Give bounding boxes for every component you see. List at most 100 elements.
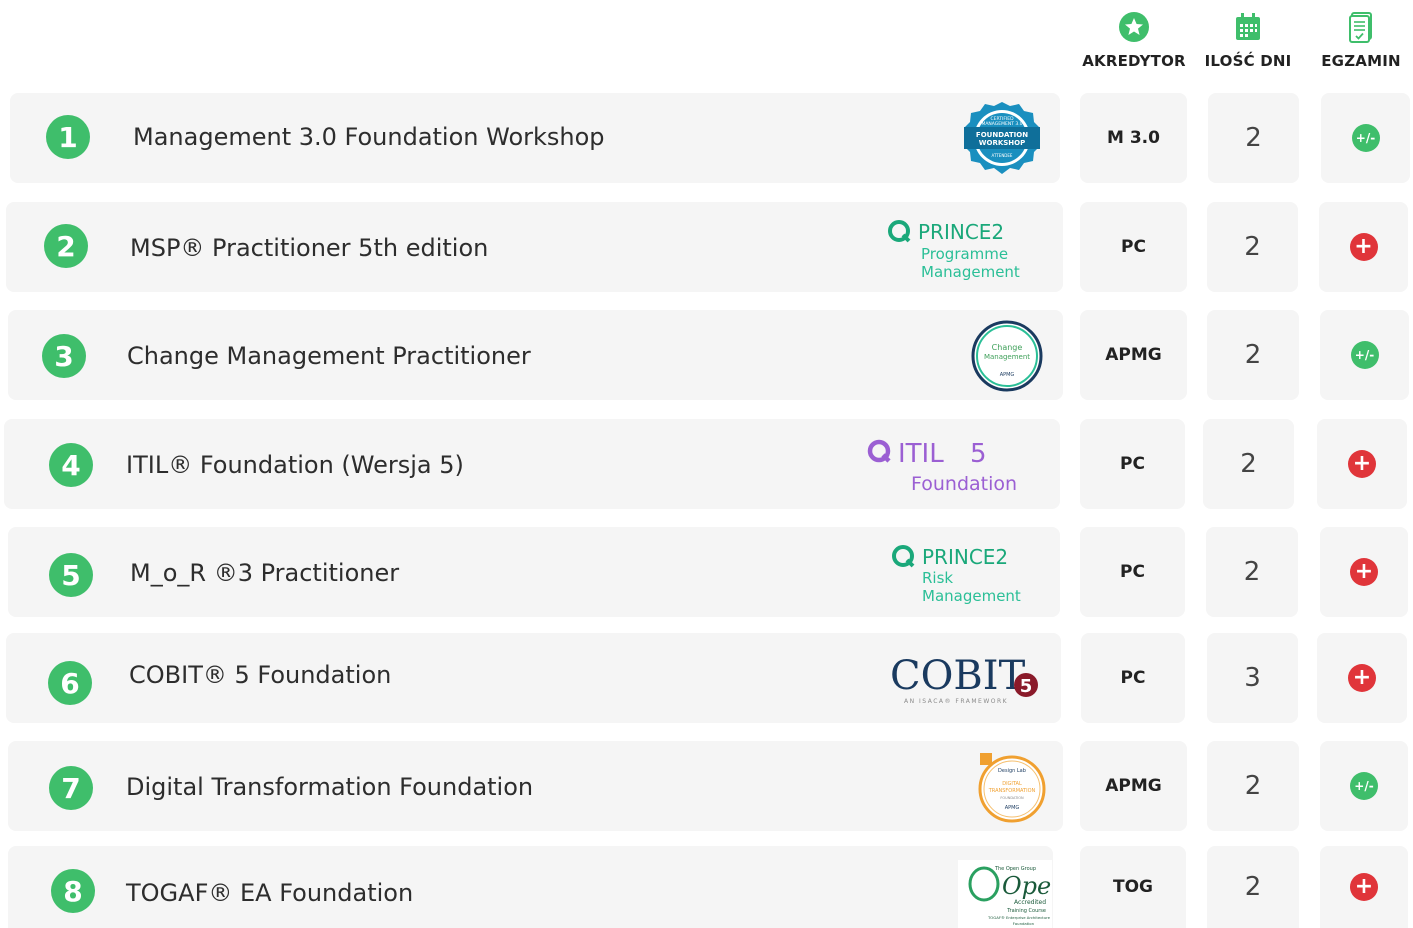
badge-change-text: Change — [992, 343, 1023, 352]
logo-foundation-text: Foundation — [911, 473, 1017, 495]
logo-foundation-text: Foundation — [1013, 921, 1035, 926]
table-row[interactable]: 8 TOGAF® EA Foundation The Open Group Op… — [0, 846, 1413, 928]
accreditor-cell: APMG — [1080, 310, 1187, 400]
logo-itil-text: ITIL — [898, 439, 944, 469]
accreditor-cell: PC — [1080, 419, 1185, 509]
plus-minus-icon: +/- — [1350, 772, 1378, 800]
badge-text-m30: MANAGEMENT 3.0 — [981, 121, 1022, 127]
course-card[interactable]: 7 Digital Transformation Foundation Desi… — [8, 741, 1063, 831]
course-card[interactable]: 4 ITIL® Foundation (Wersja 5) ITIL 5 Fou… — [4, 419, 1060, 509]
accreditor-cell: PC — [1081, 633, 1185, 723]
plus-minus-icon: +/- — [1351, 124, 1380, 152]
logo-programme-text: Programme — [921, 245, 1008, 263]
days-cell: 2 — [1207, 741, 1299, 831]
exam-cell: + — [1317, 419, 1407, 509]
table-header: AKREDYTOR ILOŚĆ DNI EGZAMIN — [0, 0, 1413, 80]
days-value: 2 — [1245, 123, 1262, 153]
days-value: 3 — [1244, 663, 1261, 693]
logo-management-text: Management — [921, 263, 1020, 280]
row-number: 2 — [44, 224, 88, 268]
days-value: 2 — [1240, 449, 1257, 479]
days-value: 2 — [1243, 557, 1261, 587]
accreditor-cell: M 3.0 — [1080, 93, 1187, 183]
plus-icon: + — [1348, 450, 1376, 478]
logo-training-text: Training Course — [1006, 908, 1046, 914]
cobit5-logo: COBIT 5 AN ISACA® FRAMEWORK — [886, 647, 1046, 709]
exam-label: EGZAMIN — [1321, 52, 1401, 70]
course-title[interactable]: MSP® Practitioner 5th edition — [130, 234, 488, 262]
row-number: 1 — [46, 115, 90, 159]
accreditor-value: APMG — [1105, 776, 1162, 796]
accreditor-label: AKREDYTOR — [1082, 52, 1186, 70]
star-icon — [1118, 10, 1150, 44]
accreditor-value: PC — [1120, 454, 1145, 474]
course-title[interactable]: ITIL® Foundation (Wersja 5) — [126, 451, 464, 479]
exam-cell: + — [1320, 846, 1408, 928]
course-card[interactable]: 3 Change Management Practitioner Change … — [8, 310, 1063, 400]
course-title[interactable]: Management 3.0 Foundation Workshop — [133, 123, 605, 151]
logo-5-text: 5 — [970, 439, 987, 469]
table-row[interactable]: 3 Change Management Practitioner Change … — [0, 310, 1413, 402]
logo-togaf-text: TOGAF® Enterprise Architecture — [987, 915, 1051, 920]
badge-designlab-text: Design Lab — [998, 768, 1026, 774]
logo-cobit-text: COBIT — [890, 653, 1026, 699]
open-group-accredited-logo: The Open Group Open Accredited Training … — [958, 860, 1052, 928]
row-number: 8 — [51, 869, 95, 913]
logo-5-text: 5 — [1020, 676, 1033, 697]
days-cell: 3 — [1207, 633, 1298, 723]
badge-management-text: Management — [984, 353, 1030, 361]
badge-text-foundation: FOUNDATION — [976, 131, 1028, 139]
table-row[interactable]: 4 ITIL® Foundation (Wersja 5) ITIL 5 Fou… — [0, 419, 1413, 511]
days-value: 2 — [1244, 872, 1262, 902]
logo-accredited-text: Accredited — [1014, 899, 1046, 906]
plus-minus-icon: +/- — [1350, 341, 1379, 369]
plus-icon: + — [1349, 233, 1378, 261]
accreditor-column-header: AKREDYTOR — [1078, 10, 1190, 70]
table-row[interactable]: 7 Digital Transformation Foundation Desi… — [0, 741, 1413, 833]
days-cell: 2 — [1203, 419, 1294, 509]
exam-cell: + — [1320, 527, 1408, 617]
accreditor-cell: PC — [1080, 527, 1185, 617]
logo-risk-text: Risk — [922, 569, 953, 587]
exam-cell: + — [1319, 202, 1408, 292]
logo-prince2-text: PRINCE2 — [922, 545, 1008, 569]
badge-apmg-text: APMG — [1005, 805, 1020, 811]
row-number: 4 — [49, 443, 93, 487]
table-row[interactable]: 6 COBIT® 5 Foundation COBIT 5 AN ISACA® … — [0, 633, 1413, 725]
days-cell: 2 — [1208, 93, 1299, 183]
course-card[interactable]: 8 TOGAF® EA Foundation The Open Group Op… — [8, 846, 1053, 928]
exam-cell: + — [1317, 633, 1407, 723]
accreditor-cell: TOG — [1080, 846, 1186, 928]
days-value: 2 — [1244, 771, 1262, 801]
course-card[interactable]: 2 MSP® Practitioner 5th edition PRINCE2 … — [6, 202, 1063, 292]
accreditor-value: M 3.0 — [1107, 128, 1160, 148]
row-number: 6 — [48, 661, 92, 705]
prince2-programme-management-logo: PRINCE2 Programme Management — [886, 218, 1056, 280]
badge-text-attendee: ATTENDEE — [992, 153, 1013, 158]
course-title[interactable]: Change Management Practitioner — [127, 342, 531, 370]
course-title[interactable]: M_o_R ®3 Practitioner — [130, 559, 399, 587]
plus-icon: + — [1348, 664, 1376, 692]
course-card[interactable]: 1 Management 3.0 Foundation Workshop CER… — [10, 93, 1060, 183]
row-number: 7 — [49, 766, 93, 810]
course-title[interactable]: COBIT® 5 Foundation — [129, 661, 391, 689]
accreditor-cell: APMG — [1080, 741, 1187, 831]
badge-text-workshop: WORKSHOP — [979, 139, 1025, 147]
course-card[interactable]: 5 M_o_R ®3 Practitioner PRINCE2 Risk Man… — [8, 527, 1060, 617]
prince2-risk-management-logo: PRINCE2 Risk Management — [890, 543, 1060, 605]
accreditor-value: TOG — [1112, 877, 1153, 897]
table-row[interactable]: 5 M_o_R ®3 Practitioner PRINCE2 Risk Man… — [0, 527, 1413, 619]
accreditor-value: PC — [1121, 237, 1146, 257]
table-row[interactable]: 1 Management 3.0 Foundation Workshop CER… — [0, 93, 1413, 185]
exam-cell: +/- — [1321, 93, 1410, 183]
course-title[interactable]: TOGAF® EA Foundation — [126, 879, 413, 907]
row-number: 5 — [49, 553, 93, 597]
course-card[interactable]: 6 COBIT® 5 Foundation COBIT 5 AN ISACA® … — [6, 633, 1061, 723]
change-management-badge: Change Management APMG — [971, 320, 1043, 392]
exam-cell: +/- — [1320, 310, 1409, 400]
calendar-icon — [1234, 10, 1262, 44]
exam-document-icon — [1347, 10, 1375, 44]
exam-column-header: EGZAMIN — [1316, 10, 1406, 70]
table-row[interactable]: 2 MSP® Practitioner 5th edition PRINCE2 … — [0, 202, 1413, 294]
course-title[interactable]: Digital Transformation Foundation — [126, 773, 533, 801]
